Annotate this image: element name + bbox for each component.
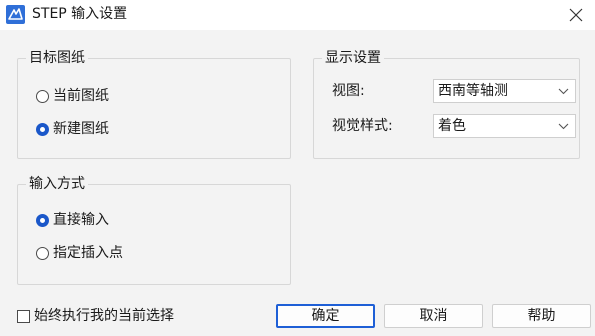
radio-button-unselected[interactable] — [36, 89, 49, 103]
radio-new-drawing[interactable]: 新建图纸 — [36, 120, 109, 138]
cancel-button[interactable]: 取消 — [384, 304, 483, 328]
radio-label-direct-input: 直接输入 — [53, 212, 109, 228]
always-apply-label: 始终执行我的当前选择 — [34, 308, 174, 324]
radio-label-specify-insert-point: 指定插入点 — [53, 245, 123, 261]
visual-style-select-value: 着色 — [438, 118, 466, 134]
help-button[interactable]: 帮助 — [492, 304, 591, 328]
view-label: 视图: — [332, 83, 365, 99]
window-title: STEP 输入设置 — [32, 6, 128, 22]
radio-button-selected[interactable] — [36, 213, 49, 227]
display-settings-group: 显示设置 — [313, 49, 580, 159]
close-icon — [569, 8, 583, 22]
always-apply-checkbox[interactable] — [17, 309, 30, 323]
input-method-title: 输入方式 — [26, 175, 88, 193]
input-method-group: 输入方式 — [17, 175, 291, 285]
radio-label-current-drawing: 当前图纸 — [53, 88, 109, 104]
radio-button-selected[interactable] — [36, 122, 49, 136]
step-import-settings-dialog: STEP 输入设置 目标图纸 当前图纸 新建图纸 显示设置 视图: 西南等轴测 … — [0, 0, 595, 336]
display-settings-title: 显示设置 — [322, 49, 384, 67]
app-logo-icon — [6, 5, 25, 24]
always-apply-checkbox-row[interactable]: 始终执行我的当前选择 — [17, 307, 174, 325]
view-select-value: 西南等轴测 — [438, 83, 508, 99]
target-drawing-title: 目标图纸 — [26, 49, 88, 67]
radio-direct-input[interactable]: 直接输入 — [36, 211, 109, 229]
radio-button-unselected[interactable] — [36, 246, 49, 260]
view-select[interactable]: 西南等轴测 — [433, 79, 576, 103]
ok-button[interactable]: 确定 — [276, 304, 375, 328]
visual-style-select[interactable]: 着色 — [433, 114, 576, 138]
title-bar[interactable]: STEP 输入设置 — [0, 0, 595, 30]
radio-label-new-drawing: 新建图纸 — [53, 121, 109, 137]
close-button[interactable] — [555, 0, 595, 30]
visual-style-label: 视觉样式: — [332, 118, 393, 134]
radio-specify-insert-point[interactable]: 指定插入点 — [36, 244, 123, 262]
radio-current-drawing[interactable]: 当前图纸 — [36, 87, 109, 105]
chevron-down-icon — [558, 88, 569, 95]
chevron-down-icon — [558, 123, 569, 130]
target-drawing-group: 目标图纸 — [17, 49, 291, 159]
